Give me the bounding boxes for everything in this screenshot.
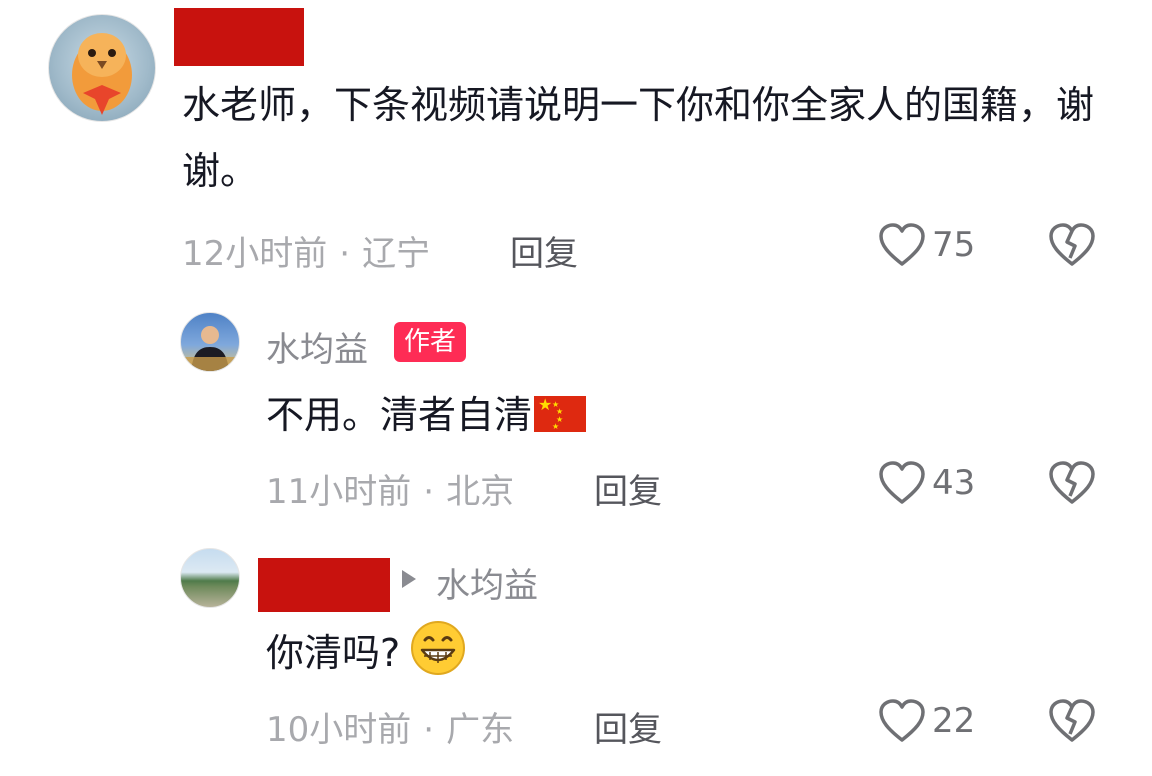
reply-to-name[interactable]: 水均益 <box>436 558 538 607</box>
comment-meta: 10小时前 · 广东 <box>266 702 514 751</box>
comment-3: 水均益 你清吗? 10小时前 · 广东 回复 22 <box>0 536 1152 776</box>
comment-2: 水均益 作者 不用。清者自清 ★ ★ ★ ★ ★ 11小时前 · 北京 回复 43 <box>0 300 1152 530</box>
comment-text-body: 你清吗? <box>266 631 401 675</box>
user-avatar[interactable] <box>48 14 156 122</box>
heart-outline-icon <box>879 223 925 266</box>
comment-text: 水老师，下条视频请说明一下你和你全家人的国籍，谢谢。 <box>182 83 1095 193</box>
comment-location: 北京 <box>446 472 515 512</box>
grinning-face-icon <box>411 621 466 675</box>
author-avatar[interactable] <box>180 312 240 372</box>
redacted-username <box>174 8 304 66</box>
comment-location: 辽宁 <box>362 234 431 274</box>
comment-1: 水老师，下条视频请说明一下你和你全家人的国籍，谢谢。 12小时前 · 辽宁 回复 7… <box>0 0 1152 280</box>
meta-separator: · <box>423 710 435 750</box>
author-badge: 作者 <box>394 322 467 362</box>
comment-time: 11小时前 <box>266 472 412 512</box>
user-avatar[interactable] <box>180 548 240 608</box>
like-button[interactable]: 43 <box>878 460 975 506</box>
china-flag-icon: ★ ★ ★ ★ ★ <box>534 396 587 432</box>
like-count: 75 <box>932 225 976 265</box>
meta-separator: · <box>423 472 435 512</box>
comment-text: 你清吗? <box>266 620 1046 686</box>
broken-heart-icon <box>1049 461 1095 504</box>
like-count: 22 <box>932 701 976 741</box>
broken-heart-icon <box>1049 223 1095 266</box>
heart-outline-icon <box>879 461 925 504</box>
comment-time: 12小时前 <box>182 234 328 274</box>
broken-heart-icon <box>1049 699 1095 742</box>
like-button[interactable]: 75 <box>878 222 975 268</box>
reply-button[interactable]: 回复 <box>594 464 662 513</box>
reply-arrow-icon <box>402 570 416 588</box>
comment-location: 广东 <box>446 710 515 750</box>
like-button[interactable]: 22 <box>878 698 975 744</box>
reply-button[interactable]: 回复 <box>594 702 662 751</box>
heart-outline-icon <box>879 699 925 742</box>
reply-button[interactable]: 回复 <box>510 226 578 275</box>
meta-separator: · <box>339 234 351 274</box>
comment-meta: 12小时前 · 辽宁 <box>182 226 430 275</box>
like-count: 43 <box>932 463 976 503</box>
dislike-button[interactable] <box>1048 698 1096 748</box>
dislike-button[interactable] <box>1048 460 1096 510</box>
comment-text: 不用。清者自清 ★ ★ ★ ★ ★ <box>266 382 1046 448</box>
bird-avatar-image <box>72 33 132 115</box>
comment-time: 10小时前 <box>266 710 412 750</box>
redacted-username <box>258 558 390 612</box>
comment-meta: 11小时前 · 北京 <box>266 464 514 513</box>
author-name[interactable]: 水均益 <box>266 322 368 371</box>
comment-text-body: 不用。清者自清 <box>266 393 533 437</box>
person-avatar-image <box>185 326 235 371</box>
dislike-button[interactable] <box>1048 222 1096 272</box>
